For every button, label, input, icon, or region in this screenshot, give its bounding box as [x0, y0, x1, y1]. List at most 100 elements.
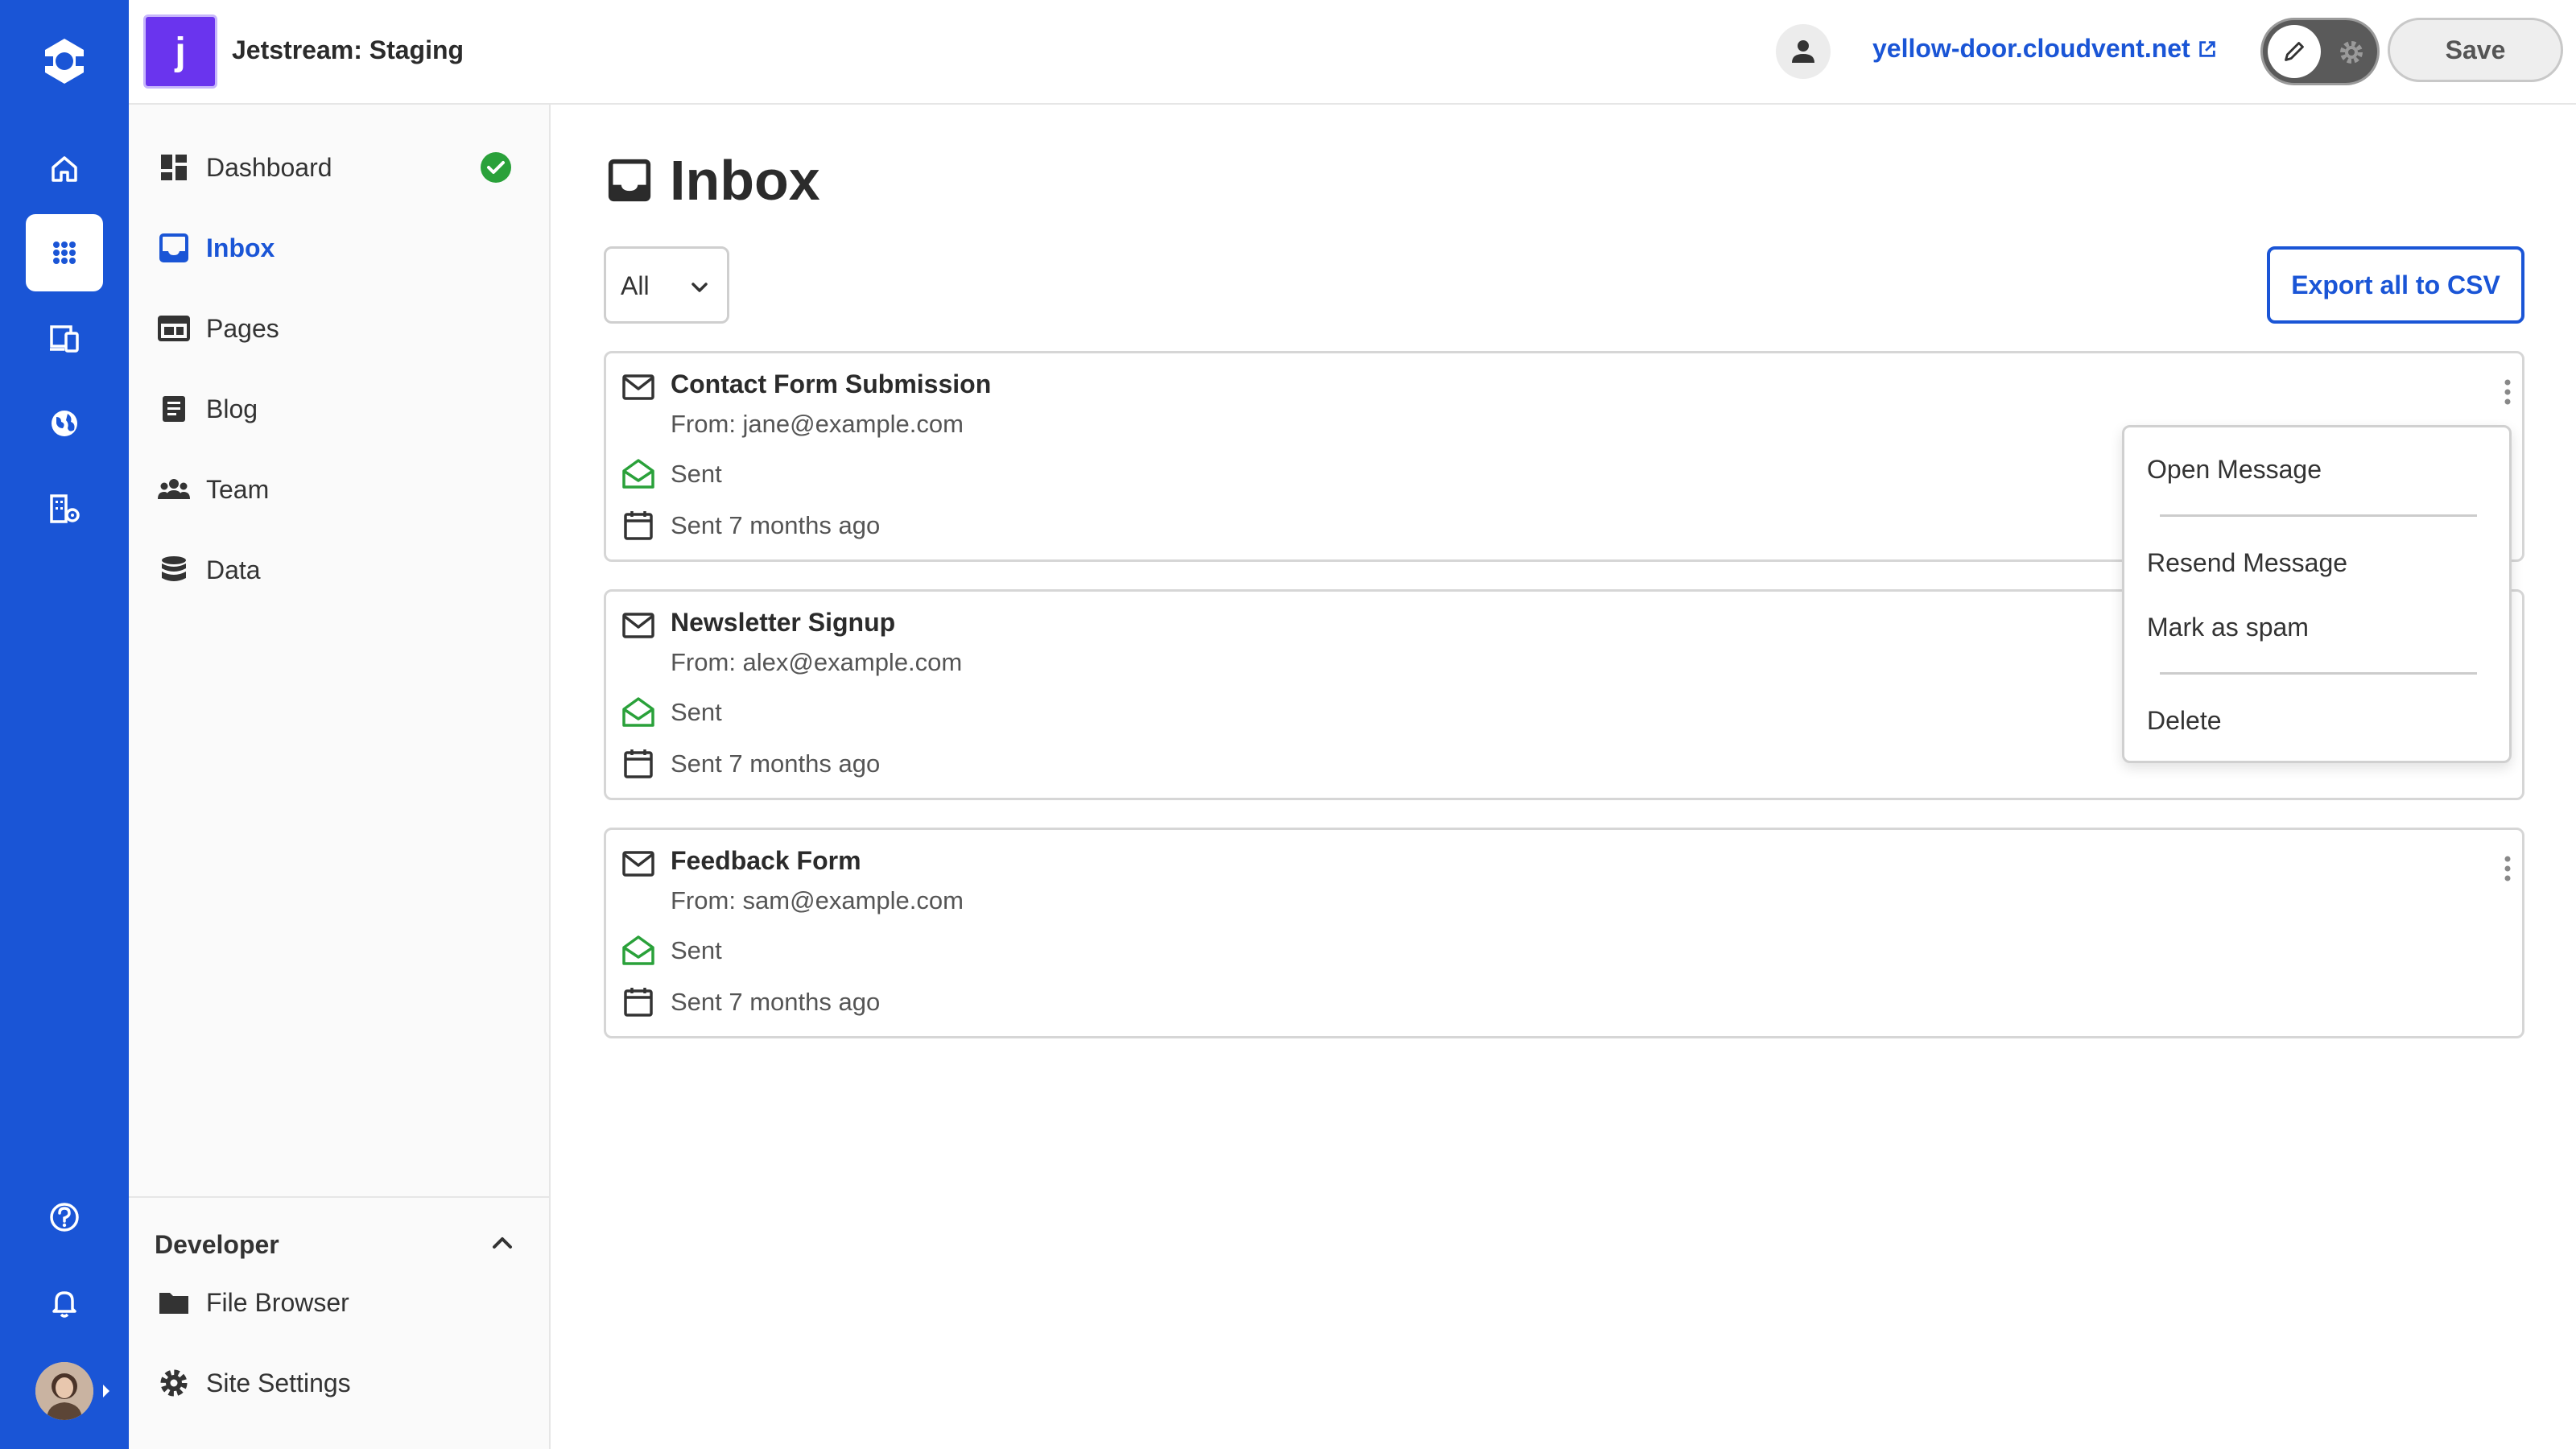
envelope-icon [622, 374, 654, 400]
message-subject: Contact Form Submission [671, 369, 992, 398]
caret-right-icon[interactable] [100, 1381, 113, 1401]
page-title: Inbox [670, 149, 820, 212]
message-status: Sent [671, 936, 722, 964]
rail-globe-button[interactable] [26, 385, 103, 462]
user-icon [1792, 40, 1814, 63]
top-bar: j Jetstream: Staging yellow-door.cloudve… [129, 0, 2576, 105]
edit-mode-toggle[interactable] [2260, 18, 2380, 85]
message-card[interactable]: Feedback Form From: sam@example.com Sent… [604, 828, 2524, 1038]
page-header: Inbox [607, 148, 820, 213]
rail-organization-button[interactable] [26, 470, 103, 547]
main-content: Inbox All Export all to CSV Contact Form… [552, 105, 2576, 1449]
chevron-up-icon[interactable] [486, 1227, 518, 1259]
menu-divider [2160, 672, 2477, 675]
envelope-icon [622, 613, 654, 638]
devices-icon [50, 325, 79, 353]
apps-grid-icon [53, 242, 76, 264]
dashboard-icon [161, 155, 187, 180]
pages-icon [158, 316, 190, 341]
calendar-icon [624, 988, 653, 1017]
sidebar-item-label: Blog [206, 394, 258, 423]
envelope-open-icon [622, 697, 654, 727]
inbox-icon [608, 159, 651, 202]
gear-icon [2340, 41, 2363, 64]
sidebar: Dashboard Inbox Pages Blog Team Data Dev… [129, 105, 551, 1449]
message-sender: From: sam@example.com [671, 886, 964, 914]
sidebar-item-dashboard[interactable]: Dashboard [129, 135, 551, 200]
cloudcannon-logo-icon[interactable] [35, 32, 93, 90]
site-preview-link[interactable]: yellow-door.cloudvent.net [1872, 34, 2218, 64]
message-timestamp: Sent 7 months ago [671, 988, 881, 1016]
sidebar-item-label: Pages [206, 313, 279, 343]
site-preview-url: yellow-door.cloudvent.net [1872, 34, 2190, 63]
sidebar-item-blog[interactable]: Blog [129, 377, 551, 441]
envelope-icon [622, 851, 654, 877]
home-icon [52, 156, 77, 182]
sidebar-item-pages[interactable]: Pages [129, 296, 551, 361]
sidebar-item-label: Team [206, 474, 270, 504]
rail-apps-button[interactable] [26, 214, 103, 291]
app-rail [0, 0, 129, 1449]
developer-section-title[interactable]: Developer [155, 1230, 279, 1260]
blog-icon [163, 396, 185, 422]
user-account-button[interactable] [1776, 24, 1831, 79]
message-timestamp: Sent 7 months ago [671, 749, 881, 778]
message-status: Sent [671, 698, 722, 726]
sidebar-item-label: Dashboard [206, 152, 332, 182]
pencil-icon [2285, 42, 2304, 61]
message-status: Sent [671, 460, 722, 488]
team-icon [158, 479, 190, 499]
developer-section: Developer File Browser Site Settings [129, 1196, 549, 1449]
menu-item-resend-message[interactable]: Resend Message [2147, 548, 2347, 578]
message-subject: Feedback Form [671, 846, 861, 875]
more-vertical-icon[interactable] [2496, 851, 2519, 886]
message-subject: Newsletter Signup [671, 608, 896, 637]
menu-item-open-message[interactable]: Open Message [2147, 455, 2322, 485]
menu-divider [2160, 514, 2477, 517]
site-badge-letter: j [175, 30, 186, 73]
filter-selected-value: All [621, 271, 650, 300]
user-avatar[interactable] [35, 1362, 93, 1420]
site-name[interactable]: Jetstream: Staging [232, 35, 464, 65]
sidebar-item-label: Site Settings [206, 1368, 351, 1397]
message-sender: From: alex@example.com [671, 648, 963, 676]
database-icon [162, 556, 186, 581]
menu-item-mark-as-spam[interactable]: Mark as spam [2147, 613, 2309, 642]
envelope-open-icon [622, 935, 654, 965]
sidebar-item-label: File Browser [206, 1287, 349, 1317]
chevron-down-icon [691, 283, 708, 292]
inbox-filter-select[interactable]: All [604, 246, 729, 324]
globe-icon [52, 411, 77, 436]
building-settings-icon [50, 494, 80, 523]
bell-icon [52, 1291, 76, 1318]
message-sender: From: jane@example.com [671, 410, 964, 438]
sidebar-item-data[interactable]: Data [129, 538, 551, 602]
more-vertical-icon[interactable] [2496, 374, 2519, 410]
sidebar-item-site-settings[interactable]: Site Settings [129, 1351, 551, 1415]
envelope-open-icon [622, 459, 654, 489]
rail-home-button[interactable] [26, 130, 103, 208]
folder-icon [159, 1293, 188, 1314]
rail-devices-button[interactable] [26, 299, 103, 377]
mode-knob [2268, 25, 2321, 78]
site-badge[interactable]: j [143, 14, 217, 89]
sidebar-item-label: Data [206, 555, 261, 584]
save-button[interactable]: Save [2388, 18, 2563, 82]
external-link-icon [2198, 40, 2215, 57]
inbox-icon [159, 233, 188, 262]
sidebar-item-label: Inbox [206, 233, 275, 262]
sidebar-item-team[interactable]: Team [129, 457, 551, 522]
gear-icon [160, 1369, 188, 1397]
help-icon [50, 1203, 79, 1232]
rail-notifications-button[interactable] [26, 1264, 103, 1341]
message-timestamp: Sent 7 months ago [671, 511, 881, 539]
rail-help-button[interactable] [26, 1179, 103, 1256]
sidebar-item-inbox[interactable]: Inbox [129, 216, 551, 280]
message-context-menu: Open Message Resend Message Mark as spam… [2122, 425, 2512, 763]
calendar-icon [624, 511, 653, 540]
calendar-icon [624, 749, 653, 778]
export-csv-button[interactable]: Export all to CSV [2267, 246, 2524, 324]
menu-item-delete[interactable]: Delete [2147, 706, 2222, 736]
sidebar-item-file-browser[interactable]: File Browser [129, 1270, 551, 1335]
check-circle-icon [481, 152, 511, 183]
